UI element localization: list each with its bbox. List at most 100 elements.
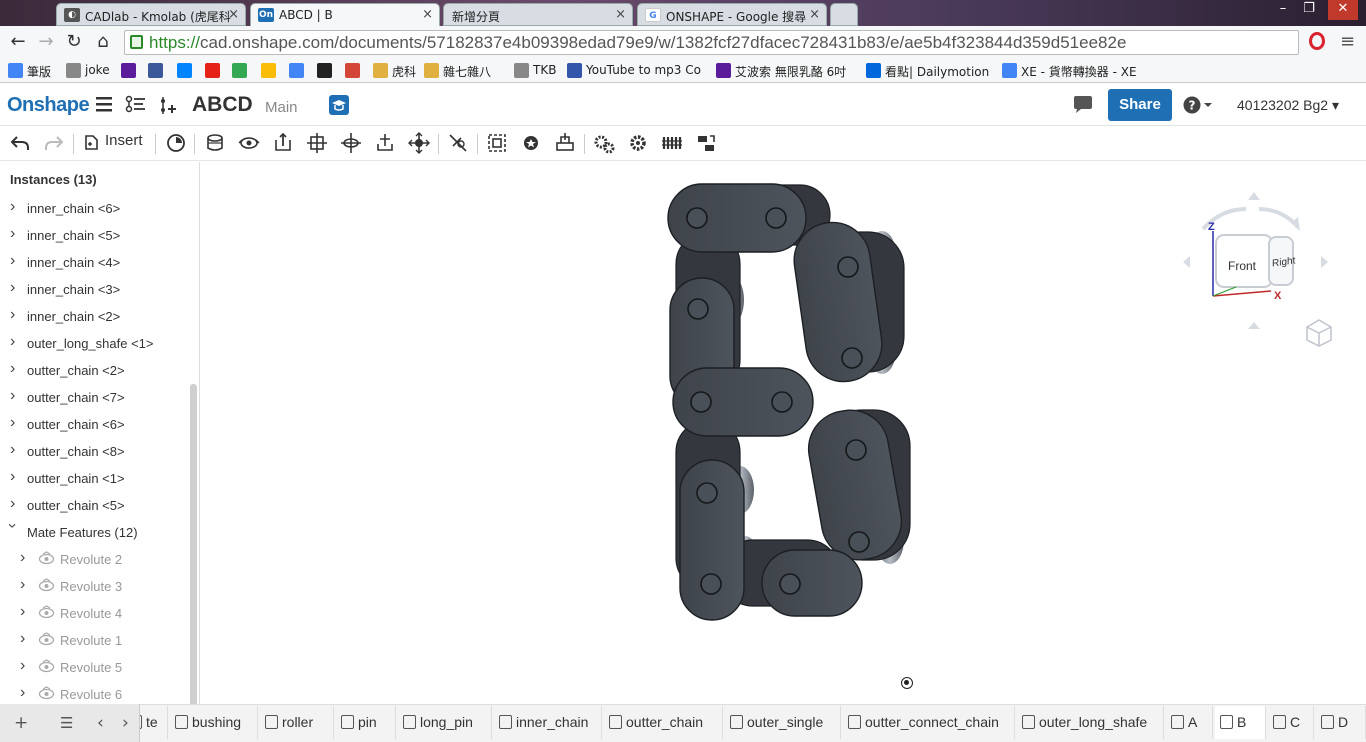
instance-item[interactable]: › inner_chain <6> (0, 196, 190, 223)
revolute-mate-icon[interactable] (238, 132, 260, 154)
instance-item[interactable]: › inner_chain <3> (0, 277, 190, 304)
help-icon[interactable]: ? (1183, 96, 1213, 114)
opera-icon[interactable] (1309, 32, 1325, 50)
address-bar[interactable]: https://cad.onshape.com/documents/571828… (124, 30, 1299, 55)
hamburger-menu-icon[interactable] (96, 96, 112, 112)
comments-icon[interactable] (1072, 96, 1094, 114)
mate-item[interactable]: › Revolute 3 (0, 574, 190, 601)
mate-connector-icon[interactable] (520, 132, 542, 154)
chevron-down-icon[interactable]: › (4, 523, 21, 533)
browser-tab[interactable]: ◐ CADlab - Kmolab (虎尾科 × (56, 3, 246, 26)
redo-icon[interactable] (43, 132, 65, 154)
close-icon[interactable]: × (615, 7, 626, 22)
insert-button[interactable]: Insert (84, 132, 143, 150)
sidebar-scrollbar[interactable] (190, 384, 197, 704)
fastened-mate-icon[interactable] (204, 132, 226, 154)
screw-relation-icon[interactable] (661, 132, 683, 154)
menu-icon[interactable]: ≡ (1340, 31, 1355, 52)
document-title[interactable]: ABCD (192, 93, 253, 117)
element-tab[interactable]: C (1268, 706, 1314, 739)
element-tab[interactable]: outter_chain (604, 706, 723, 739)
scroll-right-icon[interactable]: › (122, 713, 129, 733)
element-tab[interactable]: roller (260, 706, 334, 739)
chevron-right-icon[interactable]: › (20, 576, 30, 593)
element-tab[interactable]: bushing (170, 706, 258, 739)
bookmark-item[interactable]: 筆版 (8, 63, 51, 80)
back-icon[interactable]: ← (8, 32, 28, 52)
group-icon[interactable] (486, 132, 508, 154)
cylindrical-mate-icon[interactable] (340, 132, 362, 154)
browser-tab[interactable]: 新增分頁 × (443, 3, 633, 26)
element-tab[interactable]: outer_single (725, 706, 841, 739)
onshape-logo[interactable]: Onshape (7, 94, 90, 117)
bookmark-item[interactable]: XE - 貨幣轉換器 - XE (1002, 63, 1137, 80)
chevron-right-icon[interactable]: › (10, 441, 20, 458)
chevron-right-icon[interactable]: › (10, 468, 20, 485)
instance-item[interactable]: › outter_chain <8> (0, 439, 190, 466)
chevron-right-icon[interactable]: › (10, 360, 20, 377)
chevron-right-icon[interactable]: › (20, 603, 30, 620)
element-tab[interactable]: long_pin (398, 706, 492, 739)
chevron-right-icon[interactable]: › (20, 630, 30, 647)
workspace-name[interactable]: Main (265, 99, 298, 116)
element-tab[interactable]: inner_chain (494, 706, 602, 739)
tangent-mate-icon[interactable] (447, 132, 469, 154)
view-cube-front-label[interactable]: Front (1228, 259, 1256, 273)
instance-item[interactable]: › inner_chain <4> (0, 250, 190, 277)
browser-tab[interactable]: On ABCD | B × (250, 3, 440, 27)
bookmark-item[interactable]: YouTube to mp3 Co (567, 63, 701, 78)
view-cube[interactable]: Front Right Z X (1176, 187, 1336, 337)
instance-item[interactable]: › outter_chain <5> (0, 493, 190, 520)
planar-mate-icon[interactable] (306, 132, 328, 154)
chevron-right-icon[interactable]: › (10, 495, 20, 512)
close-icon[interactable]: × (809, 7, 820, 22)
instance-item[interactable]: › outer_long_shafe <1> (0, 331, 190, 358)
rack-pinion-icon[interactable] (627, 132, 649, 154)
chevron-right-icon[interactable]: › (10, 198, 20, 215)
insert-part-icon[interactable] (157, 95, 177, 115)
view-cube-menu-icon[interactable] (1306, 319, 1332, 347)
mate-item[interactable]: › Revolute 4 (0, 601, 190, 628)
instance-item[interactable]: › outter_chain <2> (0, 358, 190, 385)
ball-mate-icon[interactable] (408, 132, 430, 154)
bookmark-item[interactable]: joke (66, 63, 110, 78)
maximize-icon[interactable]: ❐ (1296, 0, 1322, 20)
home-icon[interactable]: ⌂ (93, 32, 113, 52)
chevron-right-icon[interactable]: › (10, 252, 20, 269)
gear-relation-icon[interactable] (593, 132, 615, 154)
chevron-right-icon[interactable]: › (10, 279, 20, 296)
linear-relation-icon[interactable] (695, 132, 717, 154)
feature-list-icon[interactable] (125, 95, 147, 115)
education-icon[interactable] (329, 95, 349, 115)
parallel-mate-icon[interactable] (554, 132, 576, 154)
slider-mate-icon[interactable] (272, 132, 294, 154)
element-tab[interactable]: B (1215, 706, 1266, 739)
chevron-right-icon[interactable]: › (10, 333, 20, 350)
chevron-right-icon[interactable]: › (20, 684, 30, 701)
share-button[interactable]: Share (1108, 89, 1172, 121)
element-tab[interactable]: D (1316, 706, 1366, 739)
element-tab[interactable]: outter_connect_chain (843, 706, 1015, 739)
bookmark-item[interactable]: 看點| Dailymotion (866, 63, 989, 80)
new-tab-button[interactable] (830, 3, 858, 26)
instance-item[interactable]: › outter_chain <6> (0, 412, 190, 439)
instance-item[interactable]: › outter_chain <1> (0, 466, 190, 493)
element-tab[interactable]: A (1166, 706, 1213, 739)
chevron-right-icon[interactable]: › (20, 549, 30, 566)
mate-item[interactable]: › Revolute 5 (0, 655, 190, 682)
bookmark-item[interactable]: 虎科 (373, 63, 416, 80)
instance-item[interactable]: › outter_chain <7> (0, 385, 190, 412)
undo-icon[interactable] (9, 132, 31, 154)
browser-tab[interactable]: G ONSHAPE - Google 搜尋 × (637, 3, 827, 26)
add-tab-icon[interactable]: + (14, 713, 28, 733)
reload-icon[interactable]: ↻ (64, 32, 84, 52)
close-icon[interactable]: × (422, 7, 433, 22)
graphics-viewport[interactable]: Front Right Z X (201, 162, 1366, 704)
instance-item[interactable]: › inner_chain <5> (0, 223, 190, 250)
mate-item[interactable]: › Revolute 1 (0, 628, 190, 655)
close-icon[interactable]: × (228, 7, 239, 22)
chevron-right-icon[interactable]: › (10, 387, 20, 404)
close-window-icon[interactable]: ✕ (1328, 0, 1358, 20)
scroll-left-icon[interactable]: ‹ (97, 713, 104, 733)
instance-item[interactable]: › inner_chain <2> (0, 304, 190, 331)
